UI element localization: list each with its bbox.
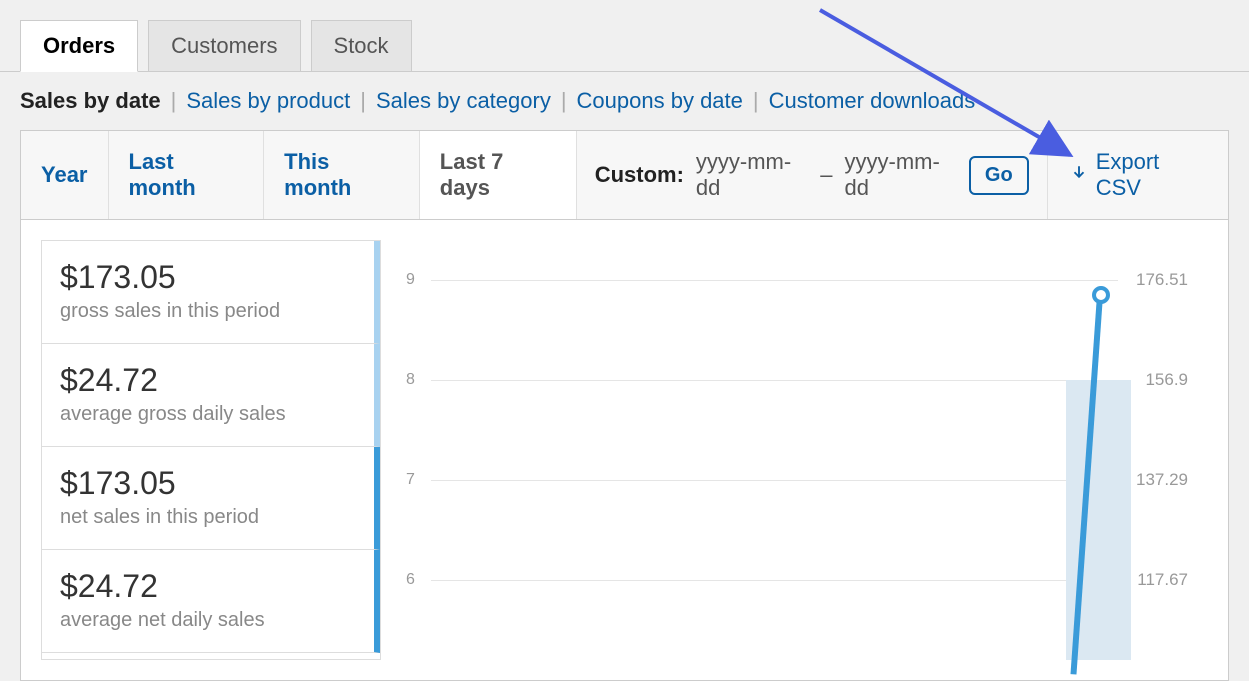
subnav-sep: | bbox=[171, 88, 177, 114]
subnav-sep: | bbox=[561, 88, 567, 114]
tab-stock[interactable]: Stock bbox=[311, 20, 412, 71]
stat-label: average net daily sales bbox=[60, 609, 356, 632]
subnav-sales-by-category[interactable]: Sales by category bbox=[376, 88, 551, 114]
subnav-coupons-by-date[interactable]: Coupons by date bbox=[577, 88, 743, 114]
stat-value: $173.05 bbox=[60, 259, 356, 296]
range-custom: Custom: yyyy-mm-dd – yyyy-mm-dd Go bbox=[577, 131, 1048, 219]
go-button[interactable]: Go bbox=[969, 156, 1029, 195]
main-tabs: Orders Customers Stock bbox=[0, 0, 1249, 72]
y-right-tick: 117.67 bbox=[1137, 570, 1188, 590]
tab-orders[interactable]: Orders bbox=[20, 20, 138, 72]
stat-value: $173.05 bbox=[60, 465, 356, 502]
stat-gross-sales[interactable]: $173.05 gross sales in this period bbox=[42, 241, 380, 344]
custom-from-input[interactable]: yyyy-mm-dd bbox=[696, 149, 808, 201]
custom-range-sep: – bbox=[820, 162, 832, 188]
range-last-month[interactable]: Last month bbox=[109, 131, 265, 219]
report-panel: Year Last month This month Last 7 days C… bbox=[20, 130, 1229, 681]
stat-value: $24.72 bbox=[60, 362, 356, 399]
subnav-sales-by-product[interactable]: Sales by product bbox=[186, 88, 350, 114]
download-icon bbox=[1070, 162, 1088, 188]
report-body: $173.05 gross sales in this period $24.7… bbox=[21, 220, 1228, 680]
range-this-month[interactable]: This month bbox=[264, 131, 420, 219]
subnav-sep: | bbox=[753, 88, 759, 114]
range-year[interactable]: Year bbox=[21, 131, 109, 219]
subnav-current: Sales by date bbox=[20, 88, 161, 114]
subnav-customer-downloads[interactable]: Customer downloads bbox=[769, 88, 976, 114]
stats-sidebar: $173.05 gross sales in this period $24.7… bbox=[41, 240, 381, 660]
report-subnav: Sales by date | Sales by product | Sales… bbox=[0, 72, 1249, 130]
custom-to-input[interactable]: yyyy-mm-dd bbox=[845, 149, 957, 201]
y-left-tick: 6 bbox=[406, 571, 415, 589]
y-right-tick: 137.29 bbox=[1136, 470, 1188, 490]
sales-chart[interactable]: 9 176.51 8 156.9 7 137.29 6 117.67 bbox=[401, 240, 1208, 660]
y-right-tick: 156.9 bbox=[1145, 370, 1188, 390]
export-csv-label: Export CSV bbox=[1096, 149, 1206, 201]
date-range-row: Year Last month This month Last 7 days C… bbox=[21, 131, 1228, 220]
stat-label: average gross daily sales bbox=[60, 403, 356, 426]
subnav-sep: | bbox=[360, 88, 366, 114]
stat-value: $24.72 bbox=[60, 568, 356, 605]
y-left-tick: 9 bbox=[406, 271, 415, 289]
stat-avg-gross-daily[interactable]: $24.72 average gross daily sales bbox=[42, 344, 380, 447]
export-csv[interactable]: Export CSV bbox=[1048, 131, 1228, 219]
stat-avg-net-daily[interactable]: $24.72 average net daily sales bbox=[42, 550, 380, 653]
range-last-7-days[interactable]: Last 7 days bbox=[420, 131, 577, 219]
stat-label: net sales in this period bbox=[60, 506, 356, 529]
chart-data-point bbox=[1092, 286, 1110, 304]
y-right-tick: 176.51 bbox=[1136, 270, 1188, 290]
stat-label: gross sales in this period bbox=[60, 300, 356, 323]
tab-customers[interactable]: Customers bbox=[148, 20, 300, 71]
stat-net-sales[interactable]: $173.05 net sales in this period bbox=[42, 447, 380, 550]
y-left-tick: 7 bbox=[406, 471, 415, 489]
custom-label: Custom: bbox=[595, 162, 684, 188]
y-left-tick: 8 bbox=[406, 371, 415, 389]
